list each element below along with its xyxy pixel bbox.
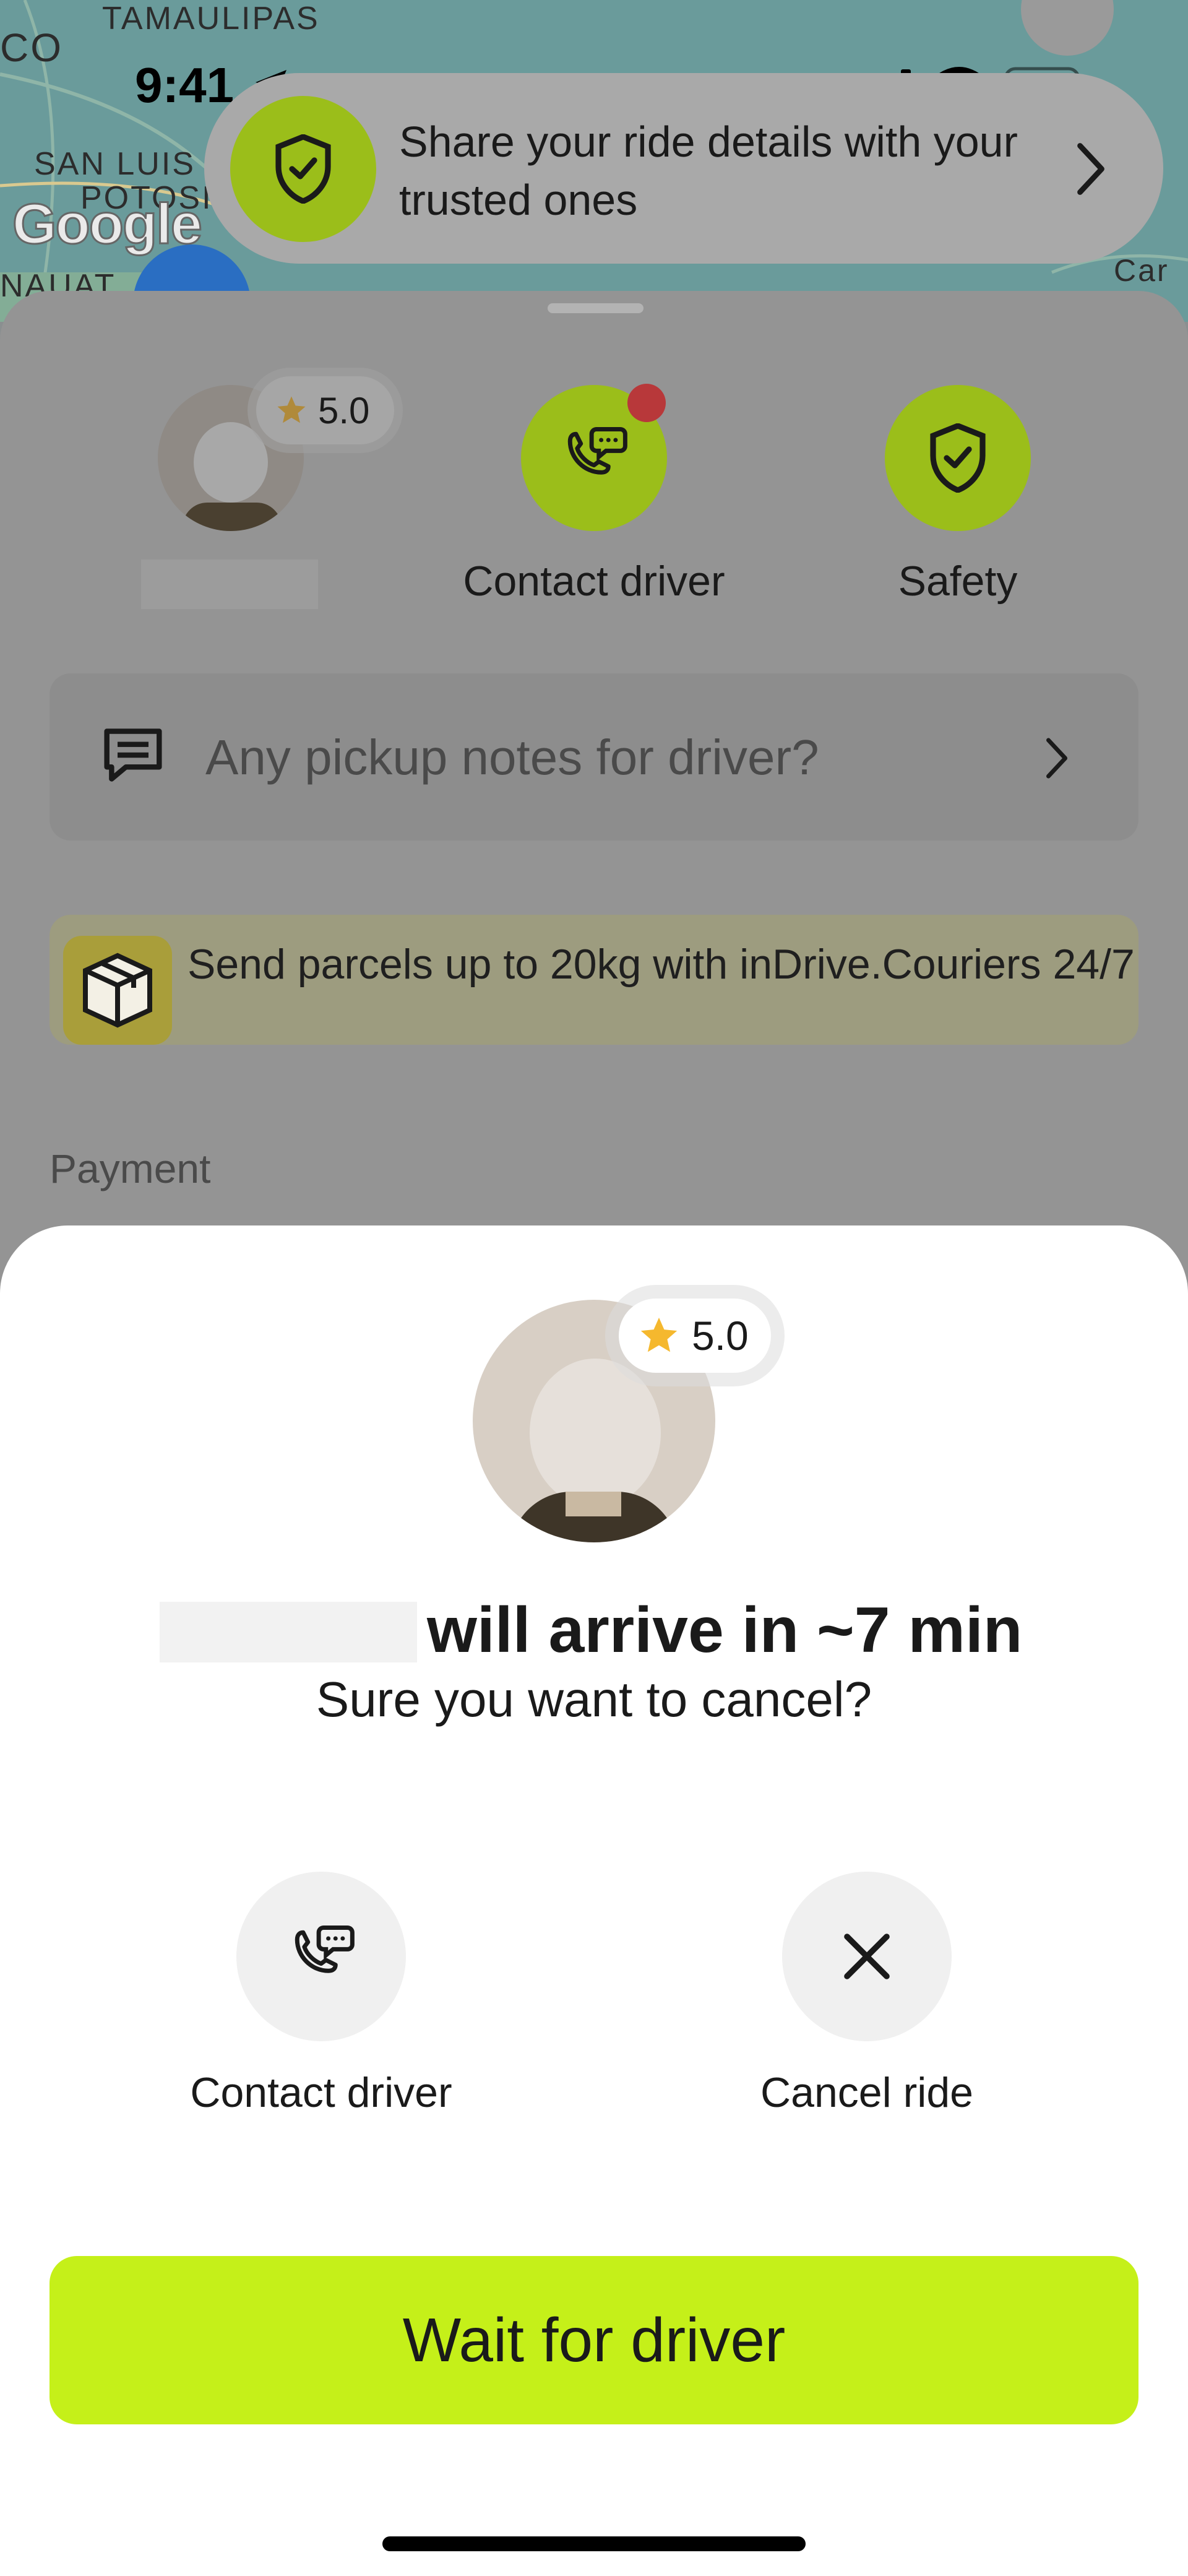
driver-name-redacted (141, 560, 318, 609)
map-label-city: SAN LUIS (34, 146, 196, 182)
contact-driver-label: Contact driver (463, 558, 725, 605)
wait-for-driver-button[interactable]: Wait for driver (50, 2256, 1138, 2424)
map-label-edge: CO (0, 25, 63, 70)
phone-chat-icon (295, 1926, 355, 1973)
notification-dot (627, 384, 666, 422)
couriers-promo-text: Send parcels up to 20kg with inDrive.Cou… (187, 941, 1135, 988)
driver-rating-value: 5.0 (318, 389, 370, 431)
cancel-ride-label: Cancel ride (760, 2069, 973, 2116)
share-shield-badge (230, 96, 376, 242)
arrival-time-text: will arrive in ~7 min (427, 1594, 1023, 1666)
safety-label: Safety (898, 558, 1018, 605)
modal-contact-driver-button[interactable] (236, 1872, 406, 2041)
modal-contact-driver-label: Contact driver (190, 2069, 452, 2116)
sheet-drag-handle[interactable] (548, 303, 644, 313)
home-indicator (382, 2536, 806, 2551)
modal-driver-rating-badge: 5.0 (619, 1299, 771, 1373)
chevron-right-icon (1046, 738, 1068, 779)
payment-section-label: Payment (50, 1146, 211, 1191)
chevron-right-icon (1077, 143, 1104, 195)
phone-chat-icon (567, 427, 627, 475)
star-icon (640, 1317, 678, 1352)
close-icon (844, 1934, 890, 1979)
shield-check-icon (930, 423, 986, 493)
modal-driver-name-redacted (160, 1602, 417, 1662)
star-icon (277, 396, 306, 423)
safety-button[interactable] (885, 385, 1031, 531)
share-banner-text: Share your ride details with your truste… (399, 118, 1018, 224)
message-icon (104, 728, 162, 782)
shield-check-icon (275, 134, 331, 204)
parcel-box-icon (63, 936, 172, 1045)
modal-driver-rating-value: 5.0 (692, 1313, 749, 1359)
cancel-ride-button[interactable] (782, 1872, 952, 2041)
map-label-state: TAMAULIPAS (102, 1, 320, 37)
status-time: 9:41 (135, 58, 235, 113)
pickup-notes-placeholder: Any pickup notes for driver? (205, 730, 819, 785)
cancel-question-text: Sure you want to cancel? (316, 1672, 872, 1727)
driver-rating-badge: 5.0 (256, 376, 395, 444)
map-label-east: Car (1114, 253, 1169, 288)
